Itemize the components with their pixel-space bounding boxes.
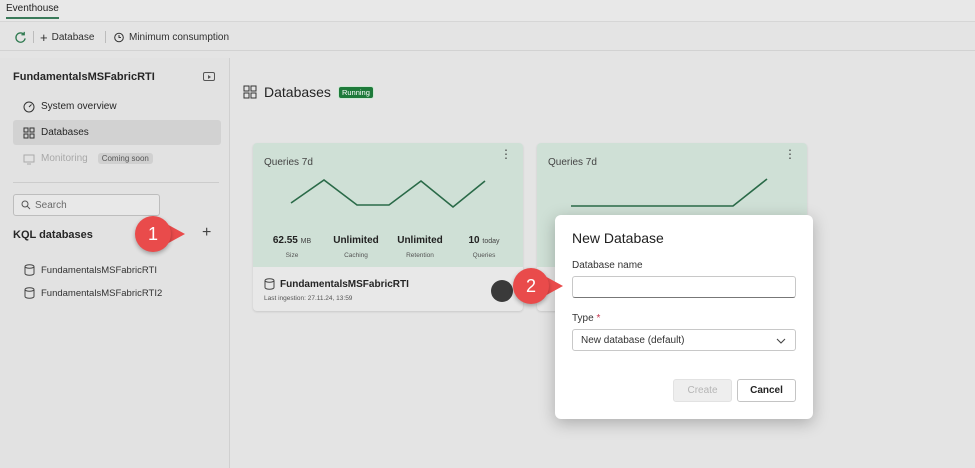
status-badge: Running	[337, 85, 374, 99]
stat-label: Caching	[344, 252, 368, 259]
card-database-label: FundamentalsMSFabricRTI	[280, 278, 409, 290]
page-title: Databases Running	[243, 84, 374, 100]
page-title-text: Databases	[264, 84, 331, 100]
toolbar-divider	[105, 31, 106, 43]
callout-number: 2	[513, 268, 549, 304]
kql-database-item[interactable]: FundamentalsMSFabricRTI	[24, 264, 157, 276]
dialog-title: New Database	[572, 230, 664, 246]
type-label: Type	[572, 313, 594, 324]
stat-value: Unlimited	[333, 235, 379, 246]
sidebar: FundamentalsMSFabricRTI System overview …	[0, 58, 230, 468]
type-dropdown[interactable]: New database (default)	[572, 329, 796, 351]
kql-databases-header: KQL databases	[13, 229, 93, 241]
eventhouse-title: FundamentalsMSFabricRTI	[13, 71, 155, 83]
stat-label: Retention	[406, 252, 434, 259]
top-tab-bar: Eventhouse	[0, 0, 975, 22]
monitor-icon	[23, 154, 35, 164]
search-placeholder: Search	[35, 199, 67, 211]
minimum-consumption-label: Minimum consumption	[129, 31, 230, 43]
database-icon	[264, 278, 275, 290]
refresh-icon	[15, 31, 26, 43]
add-kql-database-button[interactable]: +	[202, 224, 211, 242]
stat-value: Unlimited	[397, 235, 443, 246]
stat-caching: Unlimited Caching	[321, 235, 391, 259]
nav-label: System overview	[41, 101, 117, 112]
kql-database-label: FundamentalsMSFabricRTI	[41, 264, 157, 276]
callout-marker-2: 2	[513, 268, 573, 304]
nav-monitoring: Monitoring Coming soon	[13, 146, 221, 171]
minimum-consumption-button[interactable]: Minimum consumption	[113, 23, 229, 51]
avatar	[491, 280, 513, 302]
nav-databases[interactable]: Databases	[13, 120, 221, 145]
collapse-pane-icon[interactable]	[203, 72, 215, 81]
database-icon	[24, 264, 35, 276]
add-database-label: Database	[51, 31, 95, 43]
toolbar-divider	[33, 31, 34, 43]
kql-database-label: FundamentalsMSFabricRTI2	[41, 287, 163, 299]
card-database-name[interactable]: FundamentalsMSFabricRTI	[264, 278, 409, 290]
new-database-dialog: New Database Database name Type * New da…	[555, 215, 813, 419]
kql-database-item[interactable]: FundamentalsMSFabricRTI2	[24, 287, 162, 299]
stat-unit: MB	[300, 238, 312, 245]
nav-system-overview[interactable]: System overview	[13, 94, 221, 119]
last-ingestion: Last ingestion: 27.11.24, 13:59	[264, 295, 353, 302]
database-card[interactable]: Queries 7d ⋮ 62.55 MB Size Unlimited Cac…	[253, 143, 523, 311]
search-input[interactable]: Search	[13, 194, 160, 216]
grid-icon	[23, 127, 35, 138]
nav-label: Databases	[41, 127, 89, 138]
callout-marker-1: 1	[135, 216, 191, 252]
required-mark: *	[596, 313, 601, 324]
stat-unit: today	[482, 238, 500, 245]
database-name-label: Database name	[572, 260, 643, 271]
grid-icon	[243, 85, 257, 99]
cancel-button[interactable]: Cancel	[737, 379, 796, 402]
alarm-clock-icon	[114, 32, 124, 43]
stat-label: Queries	[472, 252, 496, 259]
plus-icon: +	[40, 29, 48, 45]
stat-value: 62.55	[272, 235, 298, 246]
chevron-down-icon	[776, 338, 786, 344]
type-label-row: Type *	[572, 313, 600, 324]
tab-eventhouse[interactable]: Eventhouse	[6, 3, 59, 19]
database-name-input[interactable]	[572, 276, 796, 298]
create-button[interactable]: Create	[673, 379, 732, 402]
stat-label: Size	[285, 252, 299, 259]
type-selected-value: New database (default)	[581, 334, 685, 346]
gauge-icon	[23, 101, 35, 112]
nav-label: Monitoring	[41, 153, 88, 164]
stat-retention: Unlimited Retention	[385, 235, 455, 259]
refresh-button[interactable]	[14, 23, 27, 51]
sidebar-divider	[13, 182, 219, 183]
stat-value: 10	[468, 235, 480, 246]
coming-soon-badge: Coming soon	[97, 153, 153, 164]
toolbar: + Database Minimum consumption	[0, 23, 975, 51]
search-icon	[21, 200, 31, 210]
stat-queries: 10 today Queries	[449, 235, 519, 259]
stat-size: 62.55 MB Size	[257, 235, 327, 259]
database-icon	[24, 287, 35, 299]
add-database-button[interactable]: + Database	[40, 23, 94, 51]
callout-number: 1	[135, 216, 171, 252]
